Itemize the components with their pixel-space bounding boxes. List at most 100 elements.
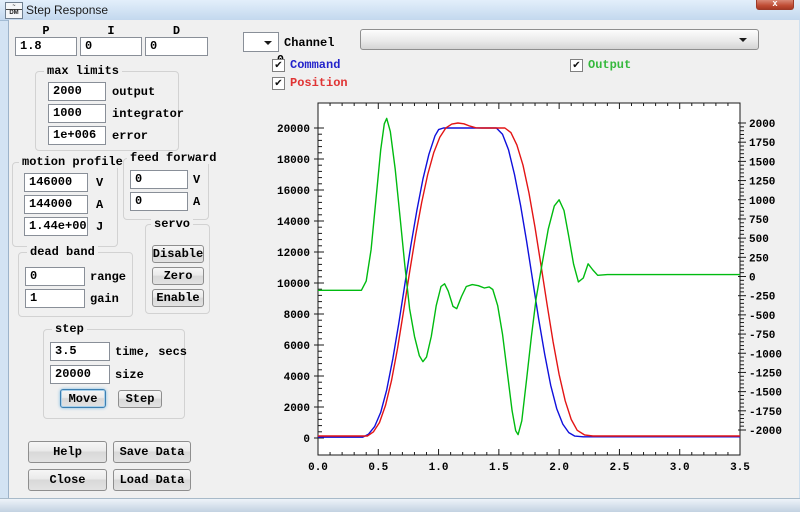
gain-label: gain xyxy=(90,292,119,306)
jerk-label: J xyxy=(96,220,104,234)
svg-text:-2000: -2000 xyxy=(749,426,782,438)
chevron-down-icon xyxy=(739,38,747,42)
i-field[interactable]: 0 xyxy=(80,37,142,56)
svg-text:20000: 20000 xyxy=(277,124,310,136)
step-response-window: ~DM Step Response x P I D 1.8 0 0 0 Chan… xyxy=(0,0,800,512)
integrator-limit-field[interactable]: 1000 xyxy=(48,104,106,123)
ff-acceleration-field[interactable]: 0 xyxy=(130,192,188,211)
svg-text:1500: 1500 xyxy=(749,157,775,169)
chevron-down-icon xyxy=(264,41,272,45)
dead-band-title: dead band xyxy=(27,246,98,258)
d-field[interactable]: 0 xyxy=(145,37,208,56)
error-limit-label: error xyxy=(112,129,149,143)
servo-title: servo xyxy=(151,218,194,230)
servo-enable-button[interactable]: Enable xyxy=(152,289,204,307)
plot-select-dropdown[interactable]: Plot: Command, Position, Output Command … xyxy=(360,29,759,50)
gain-field[interactable]: 1 xyxy=(25,289,85,308)
d-label: D xyxy=(172,24,181,38)
step-button[interactable]: Step xyxy=(118,390,162,408)
svg-text:500: 500 xyxy=(749,234,769,246)
svg-text:0.0: 0.0 xyxy=(308,462,328,474)
svg-text:2000: 2000 xyxy=(749,119,775,131)
ff-acceleration-label: A xyxy=(193,195,201,209)
output-label: Output xyxy=(588,58,632,72)
channel-dropdown[interactable]: 0 xyxy=(243,32,284,67)
window-bottom-border xyxy=(0,498,800,512)
svg-text:-500: -500 xyxy=(749,311,775,323)
svg-text:1750: 1750 xyxy=(749,138,775,150)
velocity-label: V xyxy=(96,176,104,190)
svg-text:-1250: -1250 xyxy=(749,368,782,380)
svg-text:3.5: 3.5 xyxy=(730,462,750,474)
i-label: I xyxy=(107,24,115,38)
svg-text:1.0: 1.0 xyxy=(429,462,449,474)
svg-text:2.5: 2.5 xyxy=(610,462,630,474)
svg-text:8000: 8000 xyxy=(284,310,310,322)
range-label: range xyxy=(90,270,127,284)
step-response-plot: 0.0 0.5 1.0 1.5 2.0 2.5 3.0 3.5 0 2000 4000 6000 800… xyxy=(270,96,800,480)
svg-text:14000: 14000 xyxy=(277,217,310,229)
command-checkbox[interactable]: ✔ xyxy=(272,59,285,72)
save-data-button[interactable]: Save Data xyxy=(113,441,191,463)
channel-label: Channel xyxy=(284,36,335,50)
feed-forward-title: feed forward xyxy=(127,152,220,164)
step-title: step xyxy=(52,323,87,335)
step-size-field[interactable]: 20000 xyxy=(50,365,110,384)
app-icon: ~ DM xyxy=(5,2,23,19)
svg-text:16000: 16000 xyxy=(277,186,310,198)
svg-text:4000: 4000 xyxy=(284,372,310,384)
svg-text:12000: 12000 xyxy=(277,248,310,260)
load-data-button[interactable]: Load Data xyxy=(113,469,191,491)
position-checkbox[interactable]: ✔ xyxy=(272,77,285,90)
acceleration-field[interactable]: 144000 xyxy=(24,195,88,214)
svg-text:18000: 18000 xyxy=(277,155,310,167)
move-button[interactable]: Move xyxy=(60,389,106,408)
step-time-field[interactable]: 3.5 xyxy=(50,342,110,361)
svg-text:-750: -750 xyxy=(749,330,775,342)
svg-text:1250: 1250 xyxy=(749,177,775,189)
svg-text:750: 750 xyxy=(749,215,769,227)
p-label: P xyxy=(42,24,50,38)
command-label: Command xyxy=(290,58,341,72)
position-label: Position xyxy=(290,76,348,90)
svg-text:0.5: 0.5 xyxy=(368,462,388,474)
svg-text:1000: 1000 xyxy=(749,196,775,208)
svg-text:2.0: 2.0 xyxy=(549,462,569,474)
title-bar: ~ DM Step Response x xyxy=(0,0,800,21)
close-window-button[interactable]: x xyxy=(756,0,794,10)
error-limit-field[interactable]: 1e+006 xyxy=(48,126,106,145)
svg-text:-1750: -1750 xyxy=(749,407,782,419)
close-button[interactable]: Close xyxy=(28,469,107,491)
step-time-label: time, secs xyxy=(115,345,188,359)
motion-profile-title: motion profile xyxy=(19,156,126,168)
ff-velocity-field[interactable]: 0 xyxy=(130,170,188,189)
jerk-field[interactable]: 1.44e+008 xyxy=(24,217,88,236)
output-limit-field[interactable]: 2000 xyxy=(48,82,106,101)
help-button[interactable]: Help xyxy=(28,441,107,463)
servo-disable-button[interactable]: Disable xyxy=(152,245,204,263)
svg-text:0: 0 xyxy=(303,434,310,446)
servo-zero-button[interactable]: Zero xyxy=(152,267,204,285)
svg-text:-1500: -1500 xyxy=(749,388,782,400)
step-size-label: size xyxy=(115,368,144,382)
integrator-limit-label: integrator xyxy=(112,107,185,121)
ff-velocity-label: V xyxy=(193,173,201,187)
range-field[interactable]: 0 xyxy=(25,267,85,286)
max-limits-title: max limits xyxy=(44,65,123,77)
output-limit-label: output xyxy=(112,85,156,99)
svg-text:-250: -250 xyxy=(749,292,775,304)
plot-frame xyxy=(317,102,741,456)
svg-text:250: 250 xyxy=(749,253,769,265)
svg-text:3.0: 3.0 xyxy=(670,462,690,474)
window-title: Step Response xyxy=(26,3,109,17)
svg-text:2000: 2000 xyxy=(284,403,310,415)
svg-text:10000: 10000 xyxy=(277,279,310,291)
svg-text:1.5: 1.5 xyxy=(489,462,509,474)
velocity-field[interactable]: 146000 xyxy=(24,173,88,192)
output-checkbox[interactable]: ✔ xyxy=(570,59,583,72)
svg-text:6000: 6000 xyxy=(284,341,310,353)
svg-text:0: 0 xyxy=(749,273,756,285)
svg-text:-1000: -1000 xyxy=(749,349,782,361)
p-field[interactable]: 1.8 xyxy=(15,37,77,56)
acceleration-label: A xyxy=(96,198,104,212)
